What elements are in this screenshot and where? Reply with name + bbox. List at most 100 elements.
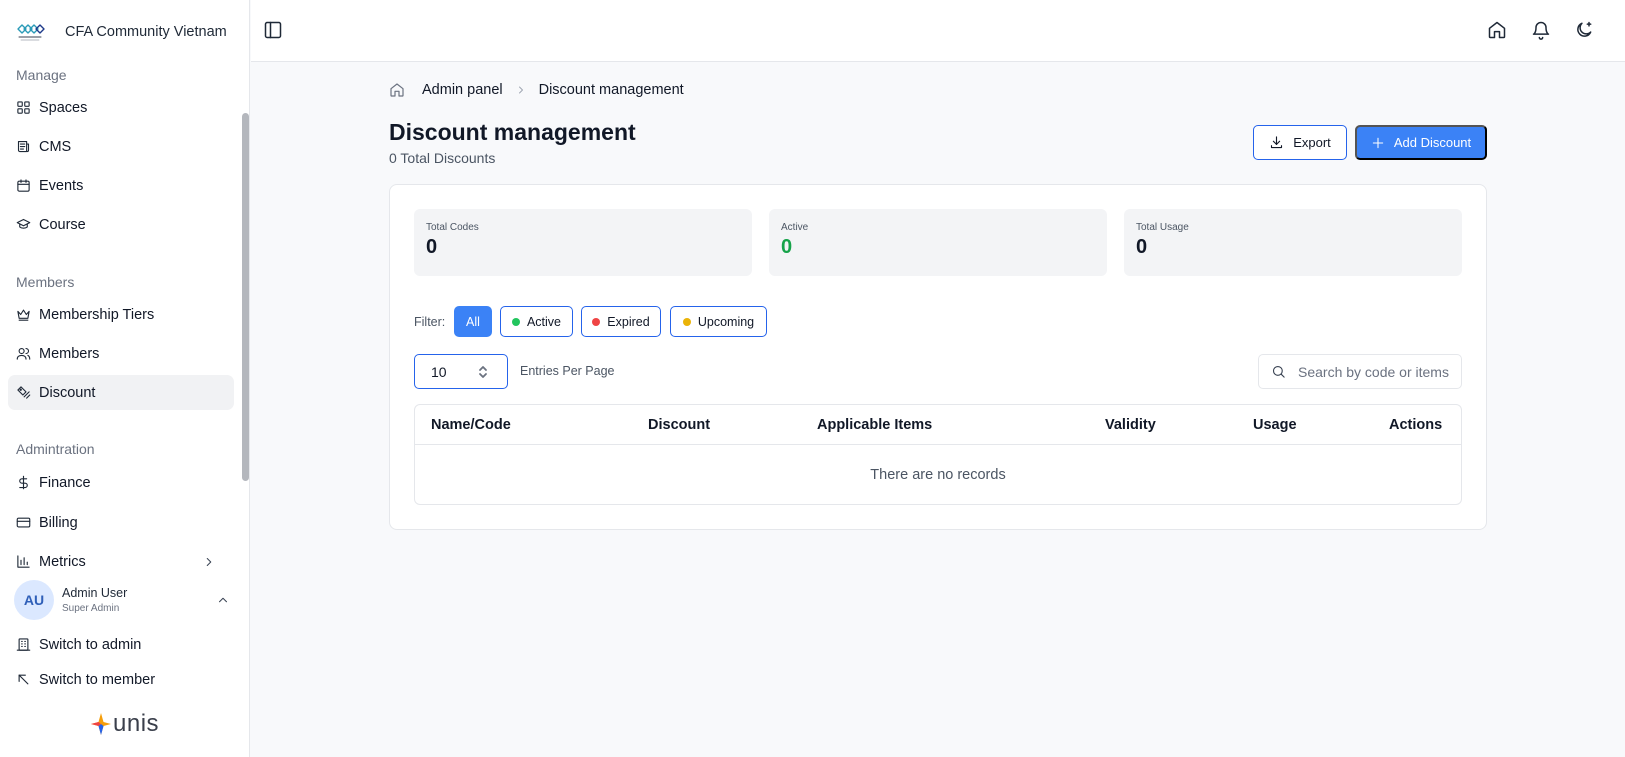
discount-card: Total Codes 0 Active 0 Total Usage 0 Fil…: [389, 184, 1487, 530]
chevron-up-icon: [216, 593, 230, 607]
stat-label: Total Usage: [1136, 222, 1189, 233]
home-icon[interactable]: [1487, 20, 1507, 40]
calendar-icon: [16, 178, 31, 193]
sidebar-item-label: Members: [39, 345, 100, 362]
filter-expired-chip[interactable]: Expired: [581, 306, 661, 337]
stat-label: Total Codes: [426, 222, 479, 233]
status-dot-red: [592, 317, 601, 326]
sidebar-item-label: Events: [39, 177, 84, 194]
column-validity[interactable]: Validity: [1105, 417, 1156, 433]
status-dot-yellow: [682, 317, 691, 326]
page-title: Discount management: [389, 119, 636, 145]
unis-wordmark: unis: [113, 710, 160, 737]
section-label-manage: Manage: [16, 67, 67, 83]
user-role: Super Admin: [62, 603, 120, 614]
stat-label: Active: [781, 222, 809, 233]
newspaper-icon: [16, 139, 31, 154]
breadcrumb-home-icon[interactable]: [389, 82, 405, 98]
sidebar-item-events[interactable]: Events: [8, 168, 234, 203]
search-icon: [1271, 364, 1286, 379]
stat-value: 0: [1136, 236, 1148, 258]
theme-toggle-icon[interactable]: [1574, 20, 1594, 40]
sidebar-scrollbar[interactable]: [242, 113, 249, 481]
filter-label: Filter:: [414, 315, 446, 329]
section-label-administration: Admintration: [16, 441, 95, 457]
breadcrumb: Admin panel Discount management: [389, 82, 684, 98]
crown-icon: [16, 307, 31, 322]
add-discount-label: Add Discount: [1393, 135, 1472, 150]
column-applicable-items[interactable]: Applicable Items: [817, 417, 932, 433]
add-discount-button[interactable]: Add Discount: [1355, 125, 1487, 160]
discount-icon: [16, 385, 31, 400]
chevron-right-icon: [515, 84, 527, 96]
stat-total-codes: Total Codes 0: [414, 209, 752, 276]
sidebar-item-membership-tiers[interactable]: Membership Tiers: [8, 297, 234, 332]
entries-label: Entries Per Page: [520, 364, 615, 378]
sidebar-toggle-icon[interactable]: [263, 20, 283, 40]
arrow-up-left-icon: [16, 672, 31, 687]
chevron-up-down-icon: [477, 365, 489, 379]
sidebar-item-cms[interactable]: CMS: [8, 129, 234, 164]
credit-card-icon: [16, 515, 31, 530]
switch-to-member-button[interactable]: Switch to member: [8, 662, 234, 697]
stat-value: 0: [781, 236, 793, 258]
switch-to-admin-button[interactable]: Switch to admin: [8, 627, 234, 662]
column-actions: Actions: [1389, 417, 1443, 433]
chart-icon: [16, 554, 31, 569]
unis-star-icon: [90, 712, 112, 736]
breadcrumb-admin-panel[interactable]: Admin panel: [422, 82, 503, 98]
filter-chip-label: Active: [526, 314, 562, 329]
column-usage[interactable]: Usage: [1253, 417, 1297, 433]
breadcrumb-current: Discount management: [538, 82, 684, 98]
topbar: [251, 0, 1625, 62]
section-label-members: Members: [16, 274, 75, 290]
sidebar-item-billing[interactable]: Billing: [8, 505, 234, 540]
sidebar-item-metrics[interactable]: Metrics: [8, 544, 234, 579]
grid-icon: [16, 100, 31, 115]
status-dot-green: [511, 317, 520, 326]
filter-upcoming-chip[interactable]: Upcoming: [670, 306, 767, 337]
sidebar-item-discount[interactable]: Discount: [8, 375, 234, 410]
filter-chip-label: Upcoming: [697, 314, 755, 329]
plus-icon: [1371, 136, 1385, 150]
org-name: CFA Community Vietnam: [65, 24, 227, 40]
building-icon: [16, 637, 31, 652]
stat-active: Active 0: [769, 209, 1107, 276]
bell-icon[interactable]: [1531, 20, 1551, 40]
graduation-cap-icon: [16, 217, 31, 232]
switch-to-admin-label: Switch to admin: [39, 636, 142, 653]
filter-active-chip[interactable]: Active: [500, 306, 573, 337]
page-subtitle: 0 Total Discounts: [389, 150, 496, 166]
stat-total-usage: Total Usage 0: [1124, 209, 1462, 276]
export-label: Export: [1293, 135, 1331, 150]
sidebar-item-label: Membership Tiers: [39, 306, 155, 323]
filter-chip-label: Expired: [607, 314, 650, 329]
sidebar-item-spaces[interactable]: Spaces: [8, 90, 234, 125]
filter-all-chip[interactable]: All: [454, 306, 492, 337]
sidebar-item-label: Finance: [39, 474, 91, 491]
column-name-code[interactable]: Name/Code: [431, 417, 511, 433]
entries-value: 10: [431, 363, 447, 380]
export-button[interactable]: Export: [1253, 125, 1347, 160]
switch-to-member-label: Switch to member: [39, 671, 156, 688]
sidebar-item-label: Metrics: [39, 553, 86, 570]
download-icon: [1269, 135, 1284, 150]
discount-table: Name/Code Discount Applicable Items Vali…: [414, 404, 1462, 505]
unis-logo: unis: [90, 710, 159, 738]
sidebar-item-members[interactable]: Members: [8, 336, 234, 371]
filter-chip-label: All: [466, 314, 480, 329]
search-input[interactable]: [1298, 363, 1458, 380]
user-menu[interactable]: AU Admin User Super Admin: [14, 580, 236, 620]
sidebar: CFA Community Vietnam Manage Spaces CMS …: [0, 0, 250, 757]
sidebar-item-label: Course: [39, 216, 86, 233]
column-discount[interactable]: Discount: [648, 417, 710, 433]
sidebar-item-course[interactable]: Course: [8, 207, 234, 242]
avatar: AU: [14, 580, 54, 620]
entries-per-page-select[interactable]: 10: [414, 354, 508, 389]
search-box: [1258, 354, 1462, 389]
sidebar-item-finance[interactable]: Finance: [8, 465, 234, 500]
brand[interactable]: CFA Community Vietnam: [14, 16, 227, 48]
chevron-right-icon: [202, 555, 216, 569]
empty-state: There are no records: [870, 466, 1006, 483]
sidebar-item-label: CMS: [39, 138, 72, 155]
